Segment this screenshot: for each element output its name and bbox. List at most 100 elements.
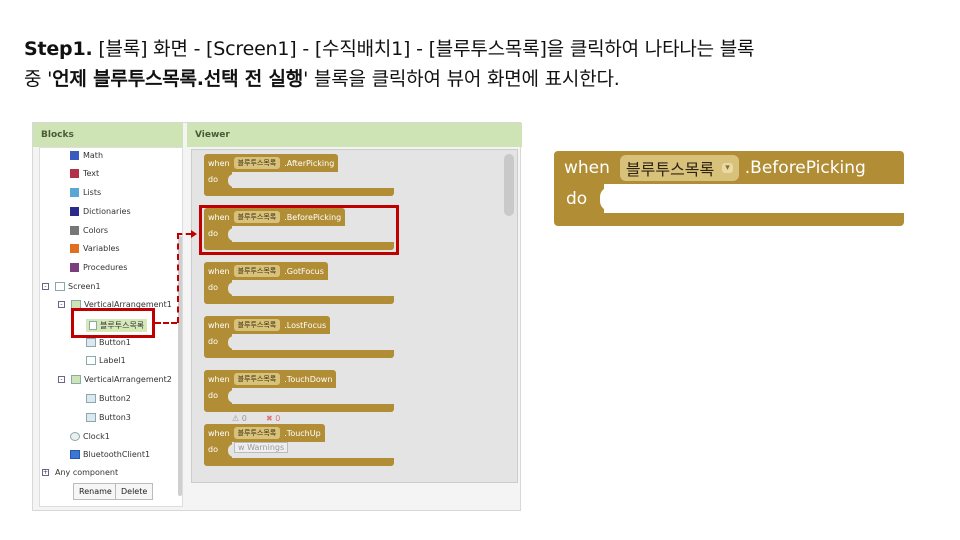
- event-name: .BeforePicking: [744, 157, 866, 178]
- tree-vertical-arrangement-2[interactable]: - VerticalArrangement2: [58, 375, 172, 384]
- event-block-lostfocus[interactable]: when 블루투스목록 .LostFocus do: [204, 316, 396, 360]
- component-dropdown[interactable]: 블루투스목록: [233, 427, 281, 439]
- show-warnings-button[interactable]: w Warnings: [234, 442, 289, 453]
- when-keyword: when: [564, 157, 610, 178]
- warning-count: ⚠ 0: [232, 414, 247, 423]
- expand-icon[interactable]: +: [42, 469, 49, 476]
- block-category-label: Lists: [83, 188, 102, 197]
- error-icon: ✖: [266, 414, 273, 423]
- instruction-line-2-post: ' 블록을 클릭하여 뷰어 화면에 표시한다.: [303, 68, 620, 90]
- highlight-event-block: [199, 205, 399, 255]
- event-header: when 블루투스목록 .GotFocus: [204, 262, 328, 280]
- block-category-label: Procedures: [83, 263, 128, 272]
- event-name: .LostFocus: [284, 320, 327, 330]
- block-category-label: Colors: [83, 226, 109, 235]
- viewer-scrollbar[interactable]: [504, 154, 514, 216]
- connector-line: [177, 233, 179, 323]
- app-inventor-screenshot: Blocks Math Text Lists Dictionaries Colo…: [32, 122, 522, 511]
- tree-button-1[interactable]: Button1: [86, 338, 131, 347]
- event-name: .AfterPicking: [284, 158, 335, 168]
- highlight-tree-item: [71, 308, 155, 338]
- block-category-label: Dictionaries: [83, 207, 131, 216]
- math-icon: [70, 151, 79, 160]
- when-keyword: when: [208, 266, 230, 276]
- event-block-touchup[interactable]: when 블루투스목록 .TouchUp do: [204, 424, 396, 468]
- label-icon: [86, 356, 96, 365]
- block-category-label: Math: [83, 151, 104, 160]
- block-name-emphasis: 언제 블루투스목록.선택 전 실행: [52, 68, 304, 90]
- when-keyword: when: [208, 374, 230, 384]
- tree-label: Label1: [99, 356, 126, 365]
- when-keyword: when: [208, 320, 230, 330]
- warning-icon: ⚠: [232, 414, 240, 423]
- tree-bluetooth-client-1[interactable]: BluetoothClient1: [70, 450, 150, 459]
- do-socket: [228, 390, 238, 403]
- viewer-header: Viewer: [187, 123, 522, 147]
- block-bottom: [204, 188, 394, 196]
- block-bottom: [204, 350, 394, 358]
- step-label: Step1.: [24, 38, 93, 60]
- block-bottom: [204, 296, 394, 304]
- tree-label-1[interactable]: Label1: [86, 356, 126, 365]
- block-category-variables[interactable]: Variables: [70, 244, 120, 253]
- event-header: when 블루투스목록 .TouchUp: [204, 424, 325, 442]
- instruction-line-1-text: [블록] 화면 - [Screen1] - [수직배치1] - [블루투스목록]…: [92, 38, 755, 60]
- collapse-icon[interactable]: -: [42, 283, 49, 290]
- rename-button[interactable]: Rename: [73, 483, 118, 500]
- error-count: ✖ 0: [266, 414, 280, 423]
- tree-button-2[interactable]: Button2: [86, 394, 131, 403]
- block-category-math[interactable]: Math: [70, 151, 103, 160]
- block-category-dictionaries[interactable]: Dictionaries: [70, 207, 131, 216]
- colors-icon: [70, 226, 79, 235]
- connector-line: [155, 322, 177, 324]
- do-socket: [228, 174, 238, 187]
- when-keyword: when: [208, 428, 230, 438]
- component-dropdown[interactable]: 블루투스목록: [233, 157, 281, 169]
- error-count-value: 0: [275, 414, 281, 423]
- instruction-line-2-pre: 중 ': [24, 68, 53, 90]
- block-category-procedures[interactable]: Procedures: [70, 263, 127, 272]
- do-socket: [228, 336, 238, 349]
- tree-label: Screen1: [68, 282, 101, 291]
- event-header: when 블루투스목록 .AfterPicking: [204, 154, 339, 172]
- button-icon: [86, 338, 96, 347]
- tree-label: VerticalArrangement2: [84, 375, 172, 384]
- tree-any-component[interactable]: + Any component: [42, 468, 118, 477]
- event-header: when 블루투스목록 ▾ .BeforePicking: [554, 151, 904, 184]
- arrow-icon: [191, 230, 197, 238]
- variables-icon: [70, 244, 79, 253]
- block-bottom: [554, 213, 904, 226]
- dictionaries-icon: [70, 207, 79, 216]
- block-category-label: Text: [83, 169, 100, 178]
- collapse-icon[interactable]: -: [58, 301, 65, 308]
- tree-screen1[interactable]: - Screen1: [42, 282, 101, 291]
- component-dropdown[interactable]: 블루투스목록: [233, 319, 281, 331]
- block-category-colors[interactable]: Colors: [70, 226, 108, 235]
- enlarged-beforepicking-block: when 블루투스목록 ▾ .BeforePicking do: [554, 151, 904, 227]
- bluetooth-icon: [70, 450, 80, 459]
- collapse-icon[interactable]: -: [58, 376, 65, 383]
- event-name: .GotFocus: [284, 266, 324, 276]
- block-bottom: [204, 458, 394, 466]
- instruction-text: Step1. [블록] 화면 - [Screen1] - [수직배치1] - […: [24, 34, 944, 94]
- do-socket: [600, 187, 612, 211]
- component-dropdown[interactable]: 블루투스목록 ▾: [619, 154, 739, 181]
- tree-button-3[interactable]: Button3: [86, 413, 131, 422]
- component-dropdown[interactable]: 블루투스목록: [233, 373, 281, 385]
- block-category-label: Variables: [83, 244, 120, 253]
- connector-line: [177, 233, 191, 235]
- tree-clock-1[interactable]: Clock1: [70, 432, 110, 441]
- lists-icon: [70, 188, 79, 197]
- delete-button[interactable]: Delete: [115, 483, 154, 500]
- tree-label: BluetoothClient1: [83, 450, 151, 459]
- dropdown-arrow-icon[interactable]: ▾: [722, 162, 733, 173]
- event-block-touchdown[interactable]: when 블루투스목록 .TouchDown do: [204, 370, 396, 414]
- block-category-text[interactable]: Text: [70, 169, 99, 178]
- event-block-afterpicking[interactable]: when 블루투스목록 .AfterPicking do: [204, 154, 396, 198]
- component-dropdown[interactable]: 블루투스목록: [233, 265, 281, 277]
- instruction-line-2: 중 '언제 블루투스목록.선택 전 실행' 블록을 클릭하여 뷰어 화면에 표시…: [24, 64, 944, 94]
- button-icon: [86, 413, 96, 422]
- viewer-workspace[interactable]: when 블루투스목록 .AfterPicking do when 블루투스목록 .Be…: [191, 149, 518, 483]
- event-block-gotfocus[interactable]: when 블루투스목록 .GotFocus do: [204, 262, 396, 306]
- block-category-lists[interactable]: Lists: [70, 188, 101, 197]
